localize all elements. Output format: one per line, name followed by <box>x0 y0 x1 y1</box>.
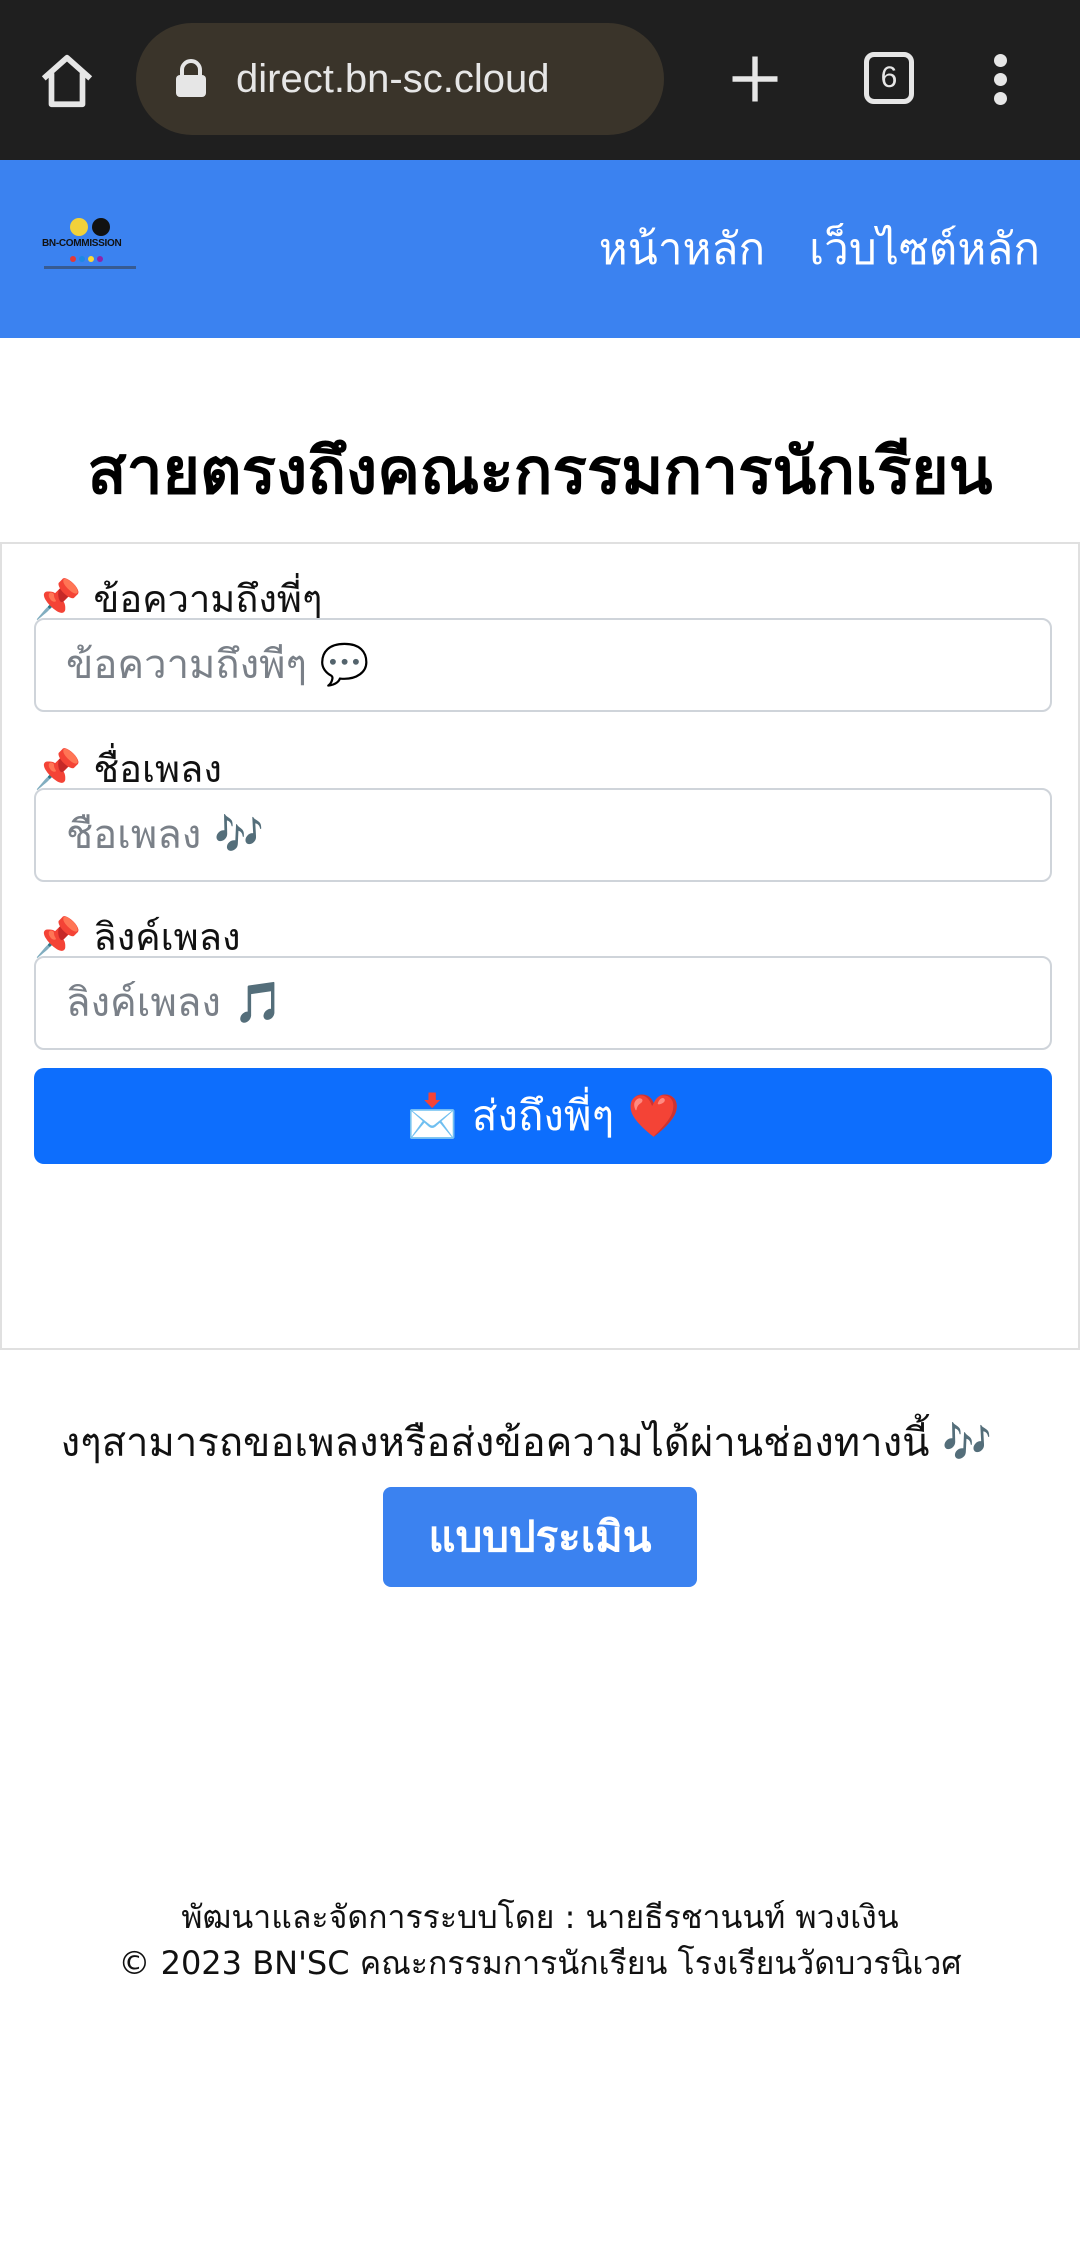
url-text: direct.bn-sc.cloud <box>236 57 550 101</box>
address-bar[interactable]: direct.bn-sc.cloud <box>136 23 664 135</box>
logo-text: BN-COMMISSION <box>42 238 122 249</box>
home-icon[interactable] <box>36 50 98 112</box>
lock-icon <box>176 59 206 97</box>
more-menu-icon[interactable] <box>990 54 1012 105</box>
message-form: 📌 ข้อความถึงพี่ๆ 📌 ชื่อเพลง 📌 ลิงค์เพลง … <box>0 542 1080 1350</box>
song-link-input[interactable] <box>34 956 1052 1050</box>
tab-switcher-button[interactable]: 6 <box>864 52 914 104</box>
new-tab-icon[interactable] <box>728 52 782 106</box>
page-title: สายตรงถึงคณะกรรมการนักเรียน <box>87 435 993 509</box>
submit-button[interactable]: 📩 ส่งถึงพี่ๆ ❤️ <box>34 1068 1052 1164</box>
evaluation-button[interactable]: แบบประเมิน <box>383 1487 697 1587</box>
info-text-content: งๆสามารถขอเพลงหรือส่งข้อความได้ผ่านช่องท… <box>60 1420 992 1466</box>
nav-links: หน้าหลัก เว็บไซต์หลัก <box>599 160 1040 338</box>
footer-copyright: © 2023 BN'SC คณะกรรมการนักเรียน โรงเรียน… <box>118 1944 962 1982</box>
site-logo[interactable]: BN-COMMISSION <box>40 216 140 286</box>
site-navbar: BN-COMMISSION หน้าหลัก เว็บไซต์หลัก <box>0 160 1080 338</box>
nav-link-home[interactable]: หน้าหลัก <box>599 214 765 284</box>
nav-link-main-website[interactable]: เว็บไซต์หลัก <box>809 214 1040 284</box>
info-text: งๆสามารถขอเพลงหรือส่งข้อความได้ผ่านช่องท… <box>0 1410 1080 1470</box>
message-input[interactable] <box>34 618 1052 712</box>
browser-toolbar: direct.bn-sc.cloud 6 <box>0 0 1080 160</box>
footer-developer: พัฒนาและจัดการระบบโดย : นายธีรชานนท์ พวง… <box>181 1898 899 1936</box>
song-name-input[interactable] <box>34 788 1052 882</box>
